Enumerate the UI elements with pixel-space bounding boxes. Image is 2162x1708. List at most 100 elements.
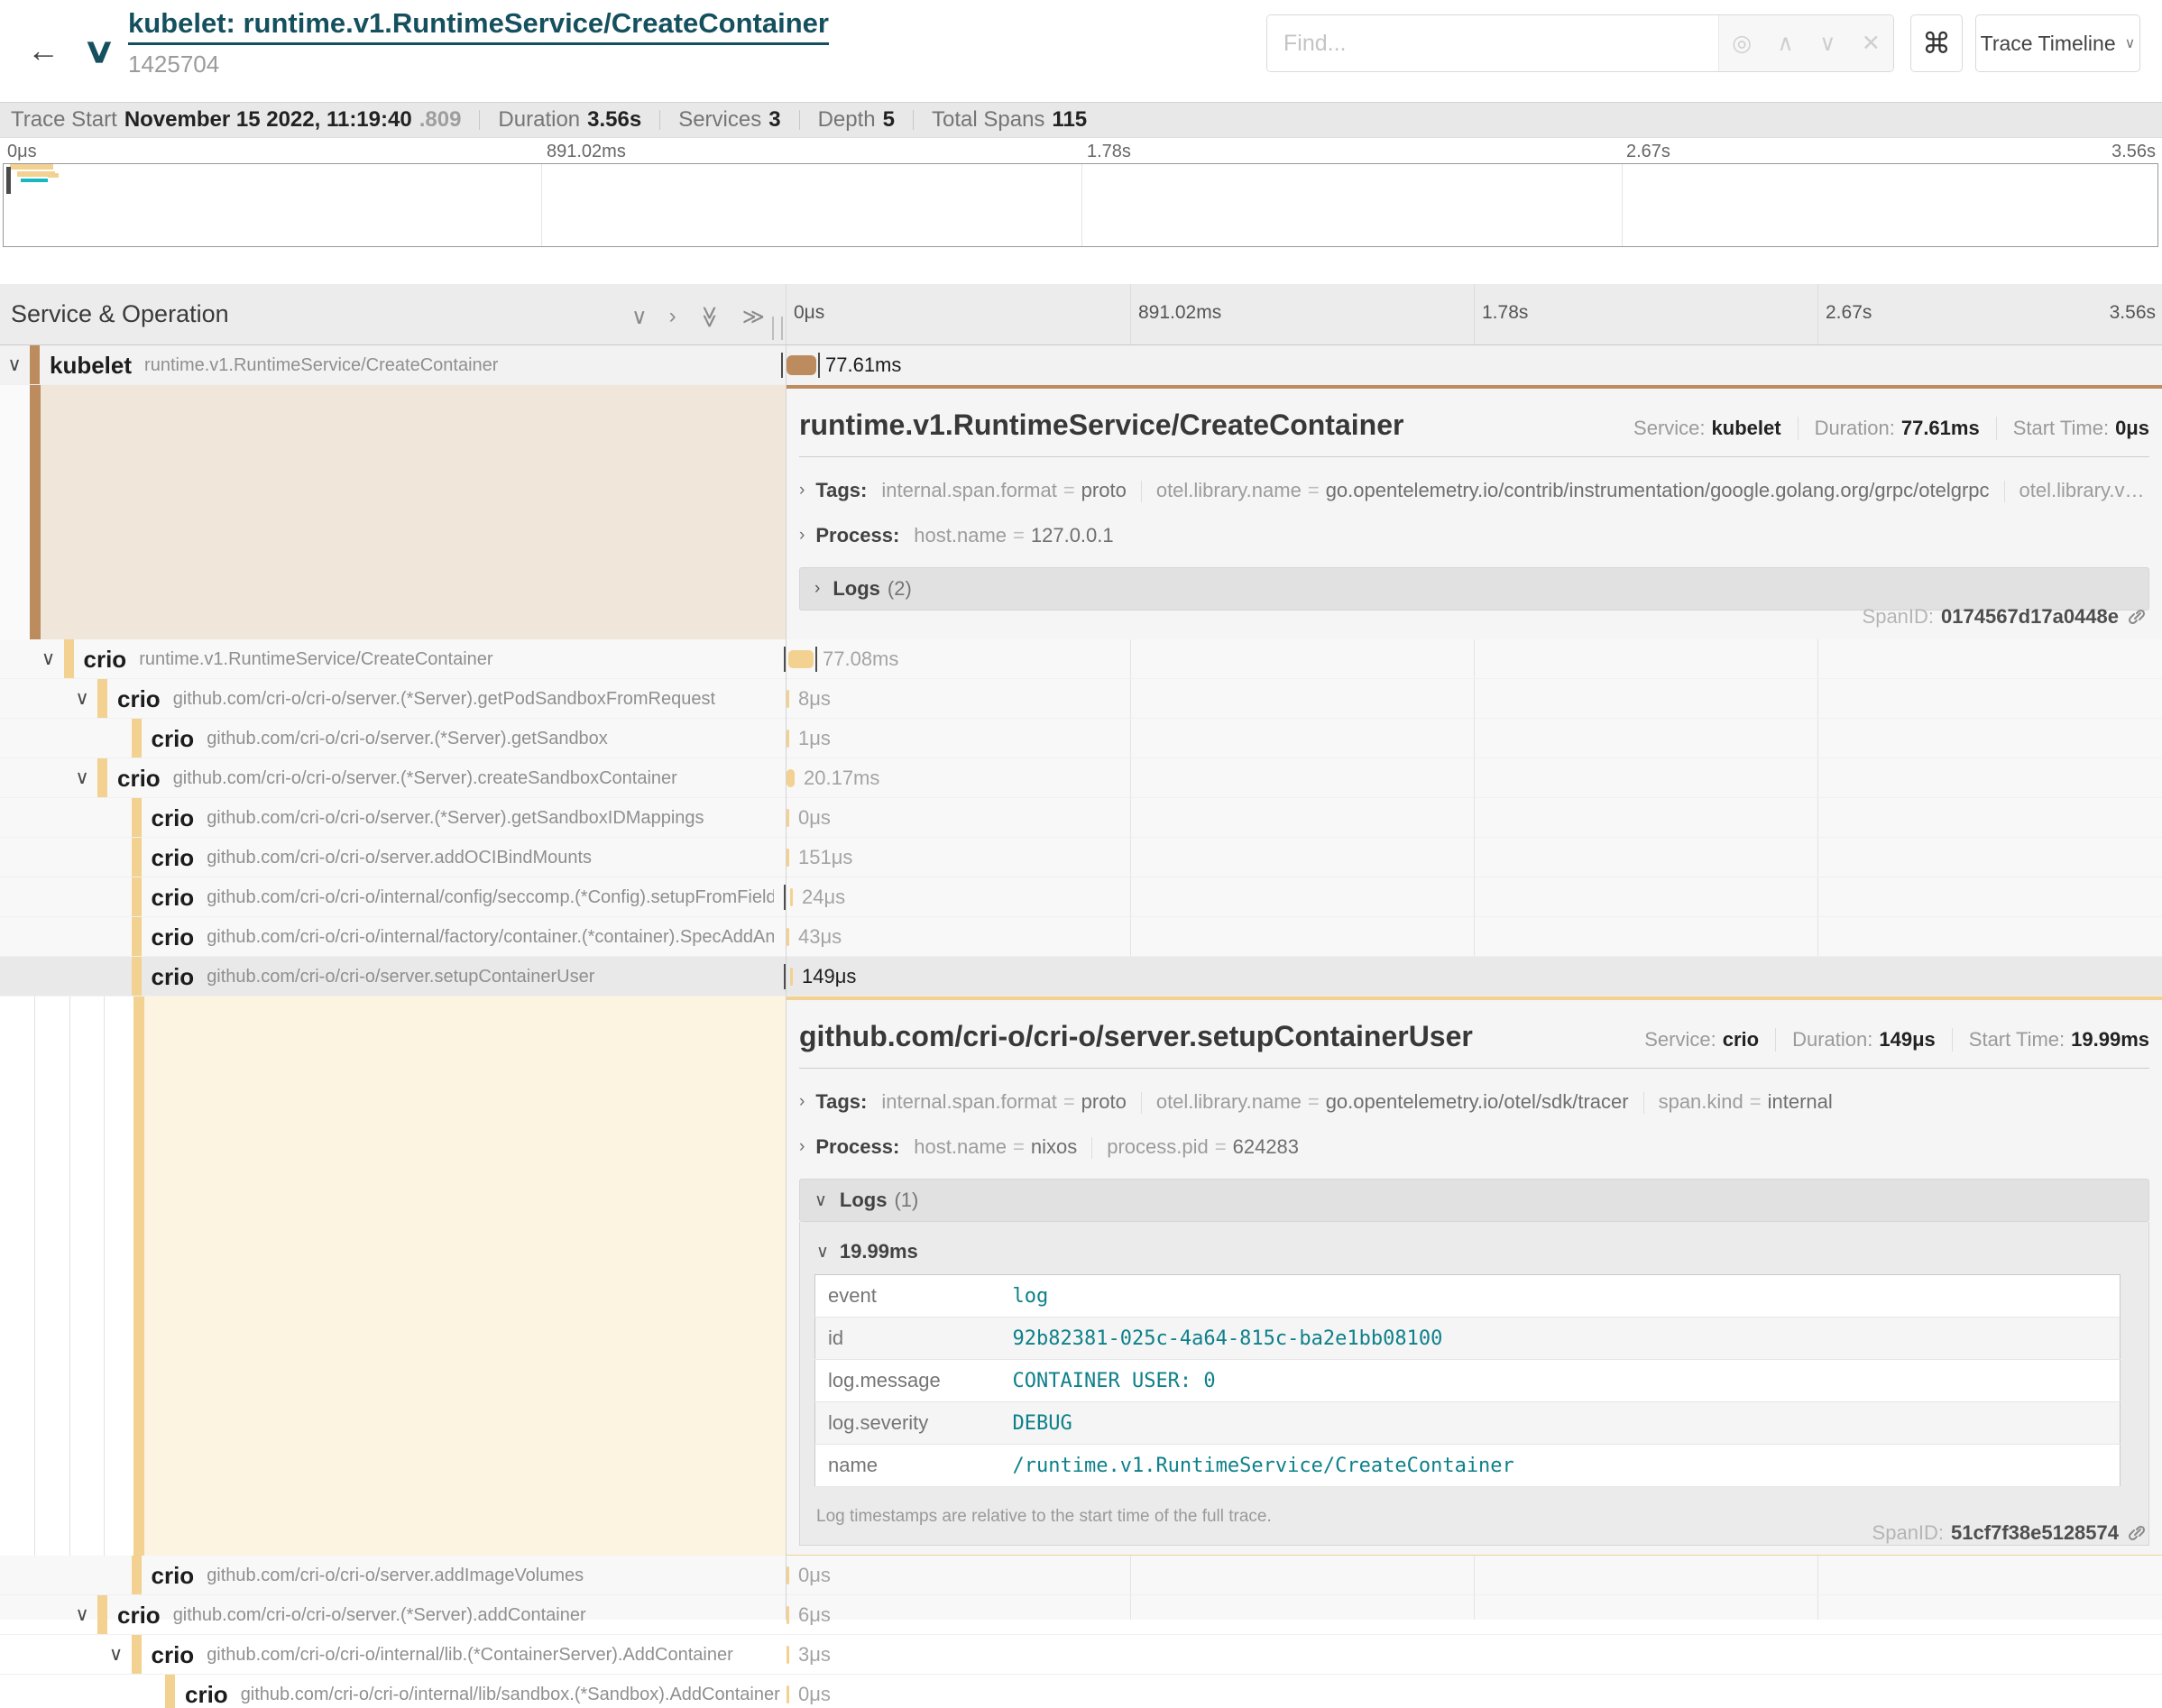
collapse-all-icon[interactable]: ≫ [696,306,722,328]
span-row[interactable]: criogithub.com/cri-o/cri-o/server.addOCI… [0,838,2162,877]
span-row[interactable]: criogithub.com/cri-o/cri-o/internal/lib/… [0,1675,2162,1708]
span-duration-bar[interactable] [787,355,816,375]
log-field-row: eventlog [815,1275,2121,1318]
span-duration-bar[interactable] [787,809,789,827]
clear-search-icon[interactable]: ✕ [1862,30,1881,57]
collapse-header-chevron-icon[interactable]: ∨ [82,31,116,71]
span-row[interactable]: ∨criogithub.com/cri-o/cri-o/internal/lib… [0,1635,2162,1675]
trace-view-select[interactable]: Trace Timeline ∨ [1975,14,2140,72]
process-label[interactable]: Process: [815,524,899,547]
span-duration-bar[interactable] [787,1646,789,1664]
span-row[interactable]: ∨criogithub.com/cri-o/cri-o/server.(*Ser… [0,1595,2162,1635]
span-duration-label: 24μs [802,886,845,909]
span-row[interactable]: criogithub.com/cri-o/cri-o/server.setupC… [0,957,2162,996]
span-duration-bar[interactable] [788,650,814,668]
trace-title-link[interactable]: kubelet: runtime.v1.RuntimeService/Creat… [128,7,829,45]
log-field-value: CONTAINER USER: 0 [1000,1360,2121,1402]
chevron-right-icon[interactable]: › [799,1092,805,1112]
span-row[interactable]: ∨kubeletruntime.v1.RuntimeService/Create… [0,345,2162,385]
gridline [1817,284,1818,344]
span-row[interactable]: criogithub.com/cri-o/cri-o/internal/fact… [0,917,2162,957]
span-duration-bar[interactable] [790,968,793,986]
chevron-down-icon[interactable]: ∨ [37,647,60,670]
locate-icon[interactable]: ◎ [1732,30,1752,57]
chevron-down-icon[interactable]: ∨ [3,354,26,376]
span-duration-bar[interactable] [787,928,789,946]
axis-tick: 1.78s [1087,142,1131,162]
span-name: criogithub.com/cri-o/cri-o/server.(*Serv… [117,679,715,719]
column-resize-handle[interactable] [772,317,783,340]
span-duration-bar[interactable] [787,1606,789,1624]
axis-tick: 3.56s [2110,302,2156,324]
log-field-row: log.messageCONTAINER USER: 0 [815,1360,2121,1402]
expand-all-icon[interactable]: ≫ [742,304,765,330]
span-row[interactable]: criogithub.com/cri-o/cri-o/server.(*Serv… [0,719,2162,758]
span-row[interactable]: ∨crioruntime.v1.RuntimeService/CreateCon… [0,639,2162,679]
process-label[interactable]: Process: [815,1135,899,1159]
span-duration-bar[interactable] [787,1566,789,1584]
chevron-down-icon[interactable]: ∨ [70,1603,94,1626]
span-id-row: SpanID: 0174567d17a0448e [1863,605,2148,629]
span-color-bar [132,1556,142,1594]
service-name: kubelet [50,352,132,380]
span-name: criogithub.com/cri-o/cri-o/server.(*Serv… [117,758,677,798]
chevron-right-icon[interactable]: › [799,526,805,546]
tags-label[interactable]: Tags: [815,1090,867,1114]
service-name: crio [117,765,161,793]
span-duration-bar[interactable] [787,690,789,708]
chevron-right-icon[interactable]: › [799,481,805,500]
span-duration-bar[interactable] [787,1685,789,1703]
span-row[interactable]: crio github.com/cri-o/cri-o/server.(*Serv… [0,798,2162,838]
chevron-down-icon[interactable]: ∨ [70,687,94,710]
span-duration-bar[interactable] [790,888,793,906]
keyboard-shortcuts-button[interactable]: ⌘ [1910,14,1963,72]
log-field-key: log.message [815,1360,1000,1402]
span-duration-bar[interactable] [787,849,789,867]
process-row: › Process: host.name=127.0.0.1 [799,524,2149,547]
logs-section-header[interactable]: ∨ Logs (1) [799,1179,2149,1222]
collapse-one-icon[interactable]: ∨ [631,304,648,330]
log-field-key: log.severity [815,1402,1000,1445]
divider [659,110,660,130]
trace-summary-bar: Trace StartNovember 15 2022, 11:19:40.80… [0,102,2162,138]
axis-tick: 3.56s [2111,142,2156,162]
next-result-icon[interactable]: ∨ [1819,30,1835,57]
span-duration-bar[interactable] [787,769,795,787]
find-input[interactable] [1267,15,1718,71]
log-field-value: DEBUG [1000,1402,2121,1445]
tags-label[interactable]: Tags: [815,479,867,502]
logs-section-header[interactable]: › Logs (2) [799,567,2149,611]
log-field-key: name [815,1445,1000,1487]
operation-name: github.com/cri-o/cri-o/server.(*Server).… [207,808,704,829]
minimap-drag-handle[interactable] [6,167,11,194]
tag-value: go.opentelemetry.io/otel/sdk/tracer [1326,1090,1629,1113]
chevron-down-icon[interactable]: ∨ [70,767,94,789]
operation-name: github.com/cri-o/cri-o/internal/factory/… [207,927,773,948]
tag-value: 127.0.0.1 [1031,524,1114,546]
span-row[interactable]: ∨ criogithub.com/cri-o/cri-o/server.(*Ser… [0,679,2162,719]
log-entry-header[interactable]: ∨ 19.99ms [816,1240,2134,1263]
service-name: crio [152,804,195,832]
tag-key: span.kind [1659,1090,1743,1113]
link-icon[interactable] [2126,1522,2148,1544]
span-duration-bar[interactable] [787,730,789,748]
span-id-value: 0174567d17a0448e [1941,605,2119,629]
link-icon[interactable] [2126,606,2148,628]
chevron-down-icon[interactable]: ∨ [105,1643,128,1666]
minimap-canvas[interactable] [3,163,2158,247]
span-row[interactable]: criogithub.com/cri-o/cri-o/internal/conf… [0,877,2162,917]
back-arrow-icon[interactable]: ← [20,27,67,74]
axis-tick: 0μs [794,302,824,324]
chevron-right-icon[interactable]: › [799,1137,805,1157]
span-row[interactable]: criogithub.com/cri-o/cri-o/server.addIma… [0,1556,2162,1595]
summary-item: Total Spans115 [932,107,1087,133]
minimap-span [21,179,48,182]
expand-one-icon[interactable]: › [669,304,676,330]
span-name: crio github.com/cri-o/cri-o/server.(*Serv… [152,798,704,838]
prev-result-icon[interactable]: ∧ [1777,30,1793,57]
log-field-value: log [1000,1275,2121,1318]
operation-name: github.com/cri-o/cri-o/server.addImageVo… [207,1566,584,1586]
span-duration-label: 0μs [798,1564,831,1587]
span-row[interactable]: ∨ criogithub.com/cri-o/cri-o/server.(*Ser… [0,758,2162,798]
divider [1091,1137,1092,1159]
